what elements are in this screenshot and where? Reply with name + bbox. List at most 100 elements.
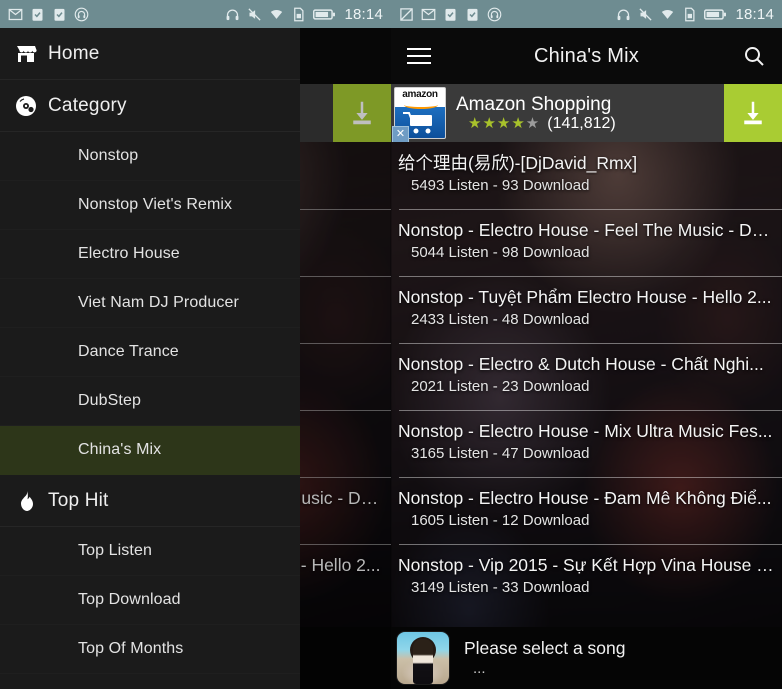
- sidebar-item-top-listen[interactable]: Top Listen: [0, 527, 300, 576]
- song-stats: 2021 Listen - 23 Download: [411, 378, 590, 395]
- song-row[interactable]: Nonstop - Electro & Dutch House - Chất N…: [391, 343, 782, 410]
- star-rating-icon: ★★★★★: [468, 114, 541, 132]
- sidebar-item-nonstop-viet-s-remix[interactable]: Nonstop Viet's Remix: [0, 181, 300, 230]
- sidebar-item-label: Home: [48, 42, 100, 64]
- status-bar-left-icons: [399, 7, 502, 22]
- sidebar-item-top-of-months[interactable]: Top Of Months: [0, 625, 300, 674]
- mail-icon: [8, 7, 23, 22]
- headphone-circle-icon: [487, 7, 502, 22]
- song-row[interactable]: Nonstop - Vip 2015 - Sự Kết Hợp Vina Hou…: [391, 544, 782, 611]
- sidebar-item-top-hit[interactable]: Top Hit: [0, 475, 300, 527]
- song-list-right[interactable]: 给个理由(易欣)-[DjDavid_Rmx] 5493 Listen - 93 D…: [391, 142, 782, 627]
- song-row[interactable]: 给个理由(易欣)-[DjDavid_Rmx] 5493 Listen - 93 D…: [391, 142, 782, 209]
- song-stats: 1605 Listen - 12 Download: [411, 512, 590, 529]
- song-stats: 3165 Listen - 47 Download: [411, 445, 590, 462]
- headphone-circle-icon: [74, 7, 89, 22]
- status-bar-left: 18:14: [0, 0, 391, 28]
- sidebar-item-china-s-mix[interactable]: China's Mix: [0, 426, 300, 475]
- headphones-icon: [616, 7, 631, 22]
- battery-icon: [313, 7, 336, 22]
- amazon-wordmark: amazon: [402, 89, 438, 100]
- song-title: Nonstop - Electro House - Mix Ultra Musi…: [398, 421, 773, 441]
- sidebar-item-label: Category: [48, 94, 127, 116]
- album-art: [396, 631, 450, 685]
- mail-icon: [421, 7, 436, 22]
- clipboard-check-icon: [465, 7, 480, 22]
- song-title: Nonstop - Electro House - Feel The Music…: [398, 220, 775, 240]
- mute-icon: [247, 7, 262, 22]
- amazon-app-icon: amazon ✕: [392, 85, 448, 142]
- status-bar-left-icons: [8, 7, 89, 22]
- wifi-icon: [660, 7, 675, 22]
- sidebar-item-label: DubStep: [78, 392, 141, 409]
- ad-banner-right[interactable]: amazon ✕ Amazon Shopping ★★★★★ (141,812): [391, 84, 782, 142]
- song-row[interactable]: Nonstop - Electro House - Feel The Music…: [391, 209, 782, 276]
- hamburger-icon[interactable]: [391, 28, 447, 84]
- right-phone-screen: 18:14 China's Mix amazon ✕ Amazon Shoppi…: [391, 0, 782, 689]
- store-icon: [14, 42, 48, 66]
- sidebar-item-electro-house[interactable]: Electro House: [0, 230, 300, 279]
- sidebar-item-label: Dance Trance: [78, 343, 179, 360]
- disc-icon: [14, 94, 48, 118]
- song-title: Nonstop - Electro House - Đam Mê Không Đ…: [398, 488, 772, 508]
- clipboard-check-icon: [443, 7, 458, 22]
- sidebar-item-label: Nonstop: [78, 147, 139, 164]
- clock-time: 18:14: [344, 5, 383, 23]
- left-phone-screen: 18:14 amazon ✕ Amazon Shopping ★★★★★: [0, 0, 391, 689]
- song-title: Nonstop - Vip 2015 - Sự Kết Hợp Vina Hou…: [398, 555, 775, 575]
- song-row[interactable]: Nonstop - Electro House - Đam Mê Không Đ…: [391, 477, 782, 544]
- song-row[interactable]: Nonstop - Electro House - Mix Ultra Musi…: [391, 410, 782, 477]
- song-stats: 5493 Listen - 93 Download: [411, 177, 590, 194]
- song-stats: 2433 Listen - 48 Download: [411, 311, 590, 328]
- clipboard-check-icon: [30, 7, 45, 22]
- sidebar-item-top-user[interactable]: Top User: [0, 674, 300, 689]
- player-title: Please select a song: [464, 638, 626, 658]
- song-title: 给个理由(易欣)-[DjDavid_Rmx]: [398, 153, 638, 173]
- sidebar-item-viet-nam-dj-producer[interactable]: Viet Nam DJ Producer: [0, 279, 300, 328]
- sidebar-item-label: Nonstop Viet's Remix: [78, 196, 233, 213]
- sidebar-item-label: Electro House: [78, 245, 180, 262]
- player-text-block: Please select a song ...: [450, 637, 782, 679]
- song-title: Nonstop - Electro & Dutch House - Chất N…: [398, 354, 764, 374]
- clipboard-check-icon: [52, 7, 67, 22]
- song-stats: 3149 Listen - 33 Download: [411, 579, 590, 596]
- sidebar-item-label: China's Mix: [78, 441, 162, 458]
- sidebar-item-label: Top Hit: [48, 489, 109, 511]
- sidebar-item-label: Top Of Months: [78, 640, 184, 657]
- mute-icon: [638, 7, 653, 22]
- status-bar-right-icons: 18:14: [616, 6, 774, 23]
- sidebar-item-top-download[interactable]: Top Download: [0, 576, 300, 625]
- player-subtitle: ...: [473, 660, 486, 677]
- wifi-icon: [269, 7, 284, 22]
- flame-icon: [14, 489, 48, 513]
- status-bar-right: 18:14: [391, 0, 782, 28]
- search-icon[interactable]: [726, 28, 782, 84]
- sidebar-item-dubstep[interactable]: DubStep: [0, 377, 300, 426]
- sidebar-item-category[interactable]: Category: [0, 80, 300, 132]
- sidebar-item-label: Top Listen: [78, 542, 152, 559]
- sim-card-icon: [682, 7, 697, 22]
- sidebar-item-nonstop[interactable]: Nonstop: [0, 132, 300, 181]
- song-stats: 5044 Listen - 98 Download: [411, 244, 590, 261]
- sim-card-icon: [291, 7, 306, 22]
- battery-icon: [704, 7, 727, 22]
- song-title: Nonstop - Tuyệt Phẩm Electro House - Hel…: [398, 287, 772, 307]
- amazon-smile-icon: [404, 101, 438, 109]
- headphones-icon: [225, 7, 240, 22]
- close-icon[interactable]: ✕: [392, 126, 409, 142]
- image-icon: [399, 7, 414, 22]
- ad-review-count: (141,812): [547, 114, 616, 132]
- sidebar-item-home[interactable]: Home: [0, 28, 300, 80]
- download-icon[interactable]: [724, 84, 782, 142]
- player-bar-right[interactable]: Please select a song ...: [391, 627, 782, 689]
- dual-screenshot: 18:14 amazon ✕ Amazon Shopping ★★★★★: [0, 0, 782, 689]
- ad-title: Amazon Shopping: [456, 93, 612, 115]
- navigation-drawer[interactable]: Home Category Nonstop Nonstop Viet's Remix E…: [0, 28, 300, 689]
- clock-time: 18:14: [735, 5, 774, 23]
- page-title: China's Mix: [534, 44, 639, 67]
- sidebar-item-dance-trance[interactable]: Dance Trance: [0, 328, 300, 377]
- ad-rating-row: ★★★★★ (141,812): [456, 115, 724, 133]
- sidebar-item-label: Top Download: [78, 591, 181, 608]
- status-bar-right-icons: 18:14: [225, 6, 383, 23]
- song-row[interactable]: Nonstop - Tuyệt Phẩm Electro House - Hel…: [391, 276, 782, 343]
